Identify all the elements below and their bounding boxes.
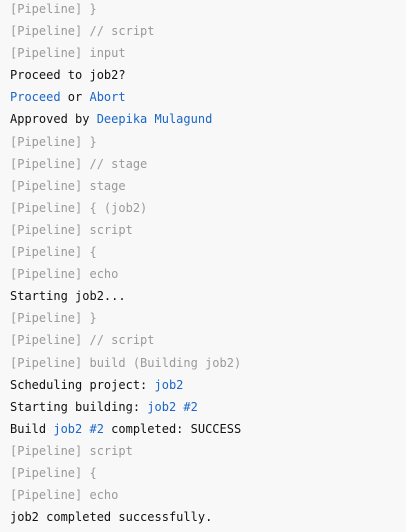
pipeline-line: [Pipeline] // stage xyxy=(10,156,148,171)
project-link[interactable]: job2 xyxy=(155,378,184,392)
pipeline-line: [Pipeline] } xyxy=(10,2,97,16)
console-output: [Pipeline] } [Pipeline] // script [Pipel… xyxy=(0,0,406,532)
scheduling-line: Scheduling project: job2 xyxy=(10,374,406,396)
pipeline-line: [Pipeline] } xyxy=(10,311,97,326)
starting-build-line: Starting building: job2 #2 xyxy=(10,396,406,418)
pipeline-line: [Pipeline] // script xyxy=(10,24,155,39)
approver-user-link[interactable]: Deepika Mulagund xyxy=(97,112,213,126)
build-link[interactable]: job2 #2 xyxy=(147,400,198,414)
abort-link[interactable]: Abort xyxy=(89,90,125,104)
or-text: or xyxy=(60,90,90,105)
build-link[interactable]: job2 #2 xyxy=(53,422,104,436)
approval-line: Approved by Deepika Mulagund xyxy=(10,108,406,130)
pipeline-line: [Pipeline] echo xyxy=(10,488,119,503)
input-prompt-line: Proceed or Abort xyxy=(10,86,406,108)
build-result-prefix: Build xyxy=(10,421,54,436)
pipeline-line: [Pipeline] // script xyxy=(10,333,155,348)
pipeline-line: [Pipeline] script xyxy=(10,222,133,237)
pipeline-line: [Pipeline] build (Building job2) xyxy=(10,355,242,370)
pipeline-line: [Pipeline] echo xyxy=(10,267,119,282)
pipeline-line: [Pipeline] { (job2) xyxy=(10,200,148,215)
output-line: job2 completed successfully. xyxy=(10,510,213,525)
pipeline-line: [Pipeline] } xyxy=(10,134,97,149)
pipeline-line: [Pipeline] input xyxy=(10,46,126,61)
pipeline-line: [Pipeline] { xyxy=(10,245,97,260)
pipeline-line: [Pipeline] script xyxy=(10,443,133,458)
output-line: Starting job2... xyxy=(10,289,126,304)
build-result-line: Build job2 #2 completed: SUCCESS xyxy=(10,418,406,440)
build-status-text: completed: SUCCESS xyxy=(103,421,242,436)
approval-prefix: Approved by xyxy=(10,112,97,127)
pipeline-line: [Pipeline] stage xyxy=(10,178,126,193)
proceed-link[interactable]: Proceed xyxy=(10,90,61,104)
scheduling-prefix: Scheduling project: xyxy=(10,377,155,392)
starting-build-prefix: Starting building: xyxy=(10,399,148,414)
output-line: Proceed to job2? xyxy=(10,68,126,83)
pipeline-line: [Pipeline] { xyxy=(10,465,97,480)
